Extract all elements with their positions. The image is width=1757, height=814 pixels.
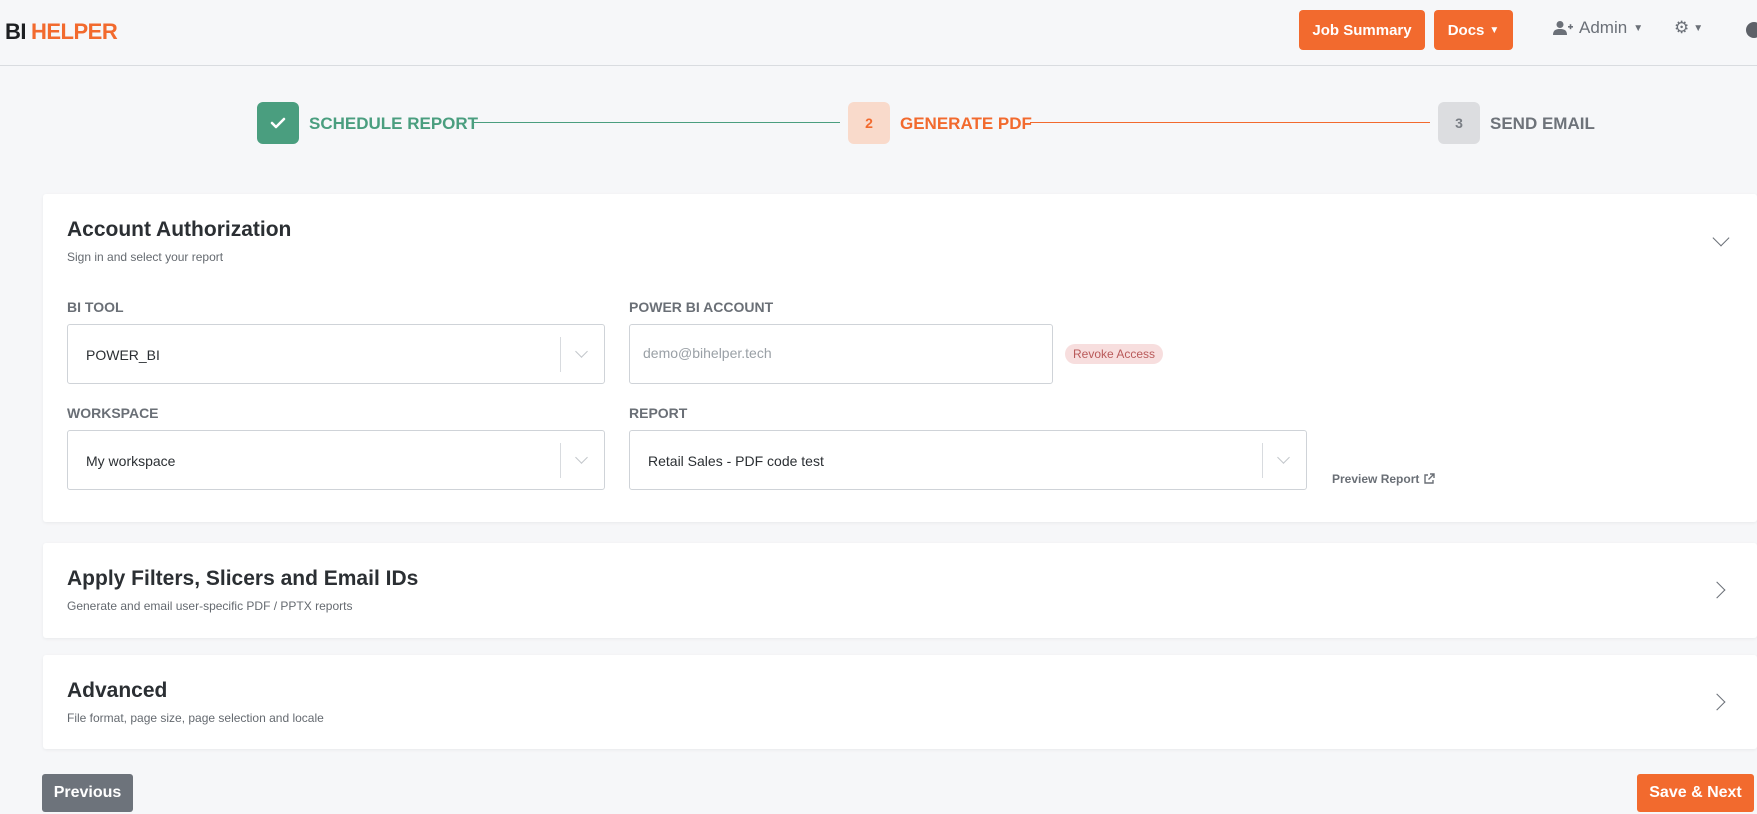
- bi-tool-value: POWER_BI: [86, 347, 160, 363]
- check-icon: [270, 117, 286, 129]
- select-separator: [1262, 443, 1263, 478]
- step-3-number: 3: [1455, 115, 1463, 131]
- chevron-down-icon[interactable]: [1712, 229, 1730, 247]
- step-connector-2: [1030, 122, 1430, 123]
- chevron-down-icon: [575, 451, 588, 464]
- step-2-label: GENERATE PDF: [900, 114, 1032, 133]
- docs-label: Docs: [1447, 21, 1485, 39]
- advanced-section-card[interactable]: Advanced File format, page size, page se…: [43, 655, 1757, 749]
- step-3-indicator: 3: [1438, 102, 1480, 144]
- admin-menu[interactable]: Admin ▼: [1553, 18, 1643, 38]
- workspace-value: My workspace: [86, 453, 176, 469]
- chevron-right-icon[interactable]: [1708, 581, 1726, 599]
- bi-tool-label: BI TOOL: [67, 299, 124, 315]
- filters-section-subtitle: Generate and email user-specific PDF / P…: [67, 599, 353, 613]
- app-logo[interactable]: BI HELPER: [5, 19, 118, 45]
- filters-section-title: Apply Filters, Slicers and Email IDs: [67, 567, 419, 590]
- select-separator: [560, 337, 561, 372]
- gear-icon: ⚙: [1674, 18, 1690, 37]
- advanced-section-title: Advanced: [67, 679, 168, 702]
- job-summary-button[interactable]: Job Summary: [1299, 10, 1425, 50]
- step-1-indicator: [257, 102, 299, 144]
- power-bi-account-label: POWER BI ACCOUNT: [629, 299, 774, 315]
- workspace-select[interactable]: My workspace: [67, 430, 605, 490]
- preview-report-label: Preview Report: [1332, 472, 1420, 486]
- caret-down-icon: ▼: [1633, 22, 1644, 34]
- docs-dropdown-button[interactable]: Docs ▼: [1434, 10, 1513, 50]
- chevron-down-icon: [1277, 451, 1290, 464]
- preview-report-link[interactable]: Preview Report: [1332, 472, 1436, 486]
- account-authorization-title: Account Authorization: [67, 218, 292, 241]
- save-next-button[interactable]: Save & Next: [1637, 774, 1754, 812]
- caret-down-icon: ▼: [1693, 22, 1704, 34]
- logo-helper-text: HELPER: [31, 19, 118, 44]
- user-plus-icon: [1553, 21, 1573, 35]
- previous-button[interactable]: Previous: [42, 774, 133, 812]
- step-3-label: SEND EMAIL: [1490, 114, 1595, 133]
- top-navbar: BI HELPER Job Summary Docs ▼ Admin ▼ ⚙ ▼: [0, 0, 1757, 66]
- report-label: REPORT: [629, 405, 688, 421]
- account-authorization-card: Account Authorization Sign in and select…: [43, 194, 1757, 522]
- account-authorization-subtitle: Sign in and select your report: [67, 250, 224, 264]
- settings-menu[interactable]: ⚙ ▼: [1674, 18, 1703, 38]
- step-2-indicator: 2: [848, 102, 890, 144]
- step-2-number: 2: [865, 115, 873, 131]
- bi-tool-select[interactable]: POWER_BI: [67, 324, 605, 384]
- logo-bi-text: BI: [5, 19, 27, 44]
- job-summary-label: Job Summary: [1312, 21, 1412, 39]
- select-separator: [560, 443, 561, 478]
- user-circle-icon[interactable]: [1746, 22, 1757, 38]
- chevron-down-icon: [575, 345, 588, 358]
- power-bi-account-field[interactable]: demo@bihelper.tech: [629, 324, 1053, 384]
- admin-label: Admin: [1579, 18, 1628, 37]
- advanced-section-subtitle: File format, page size, page selection a…: [67, 711, 324, 725]
- filters-section-card[interactable]: Apply Filters, Slicers and Email IDs Gen…: [43, 543, 1757, 638]
- chevron-right-icon[interactable]: [1708, 693, 1726, 711]
- report-value: Retail Sales - PDF code test: [648, 453, 824, 469]
- workspace-label: WORKSPACE: [67, 405, 159, 421]
- previous-label: Previous: [53, 784, 122, 801]
- step-connector-1: [474, 122, 840, 123]
- revoke-access-button[interactable]: Revoke Access: [1065, 344, 1164, 364]
- caret-down-icon: ▼: [1489, 24, 1500, 36]
- step-1-label: SCHEDULE REPORT: [309, 114, 479, 133]
- report-select[interactable]: Retail Sales - PDF code test: [629, 430, 1307, 490]
- power-bi-account-placeholder: demo@bihelper.tech: [643, 345, 772, 361]
- external-link-icon: [1424, 473, 1436, 484]
- save-next-label: Save & Next: [1649, 784, 1742, 801]
